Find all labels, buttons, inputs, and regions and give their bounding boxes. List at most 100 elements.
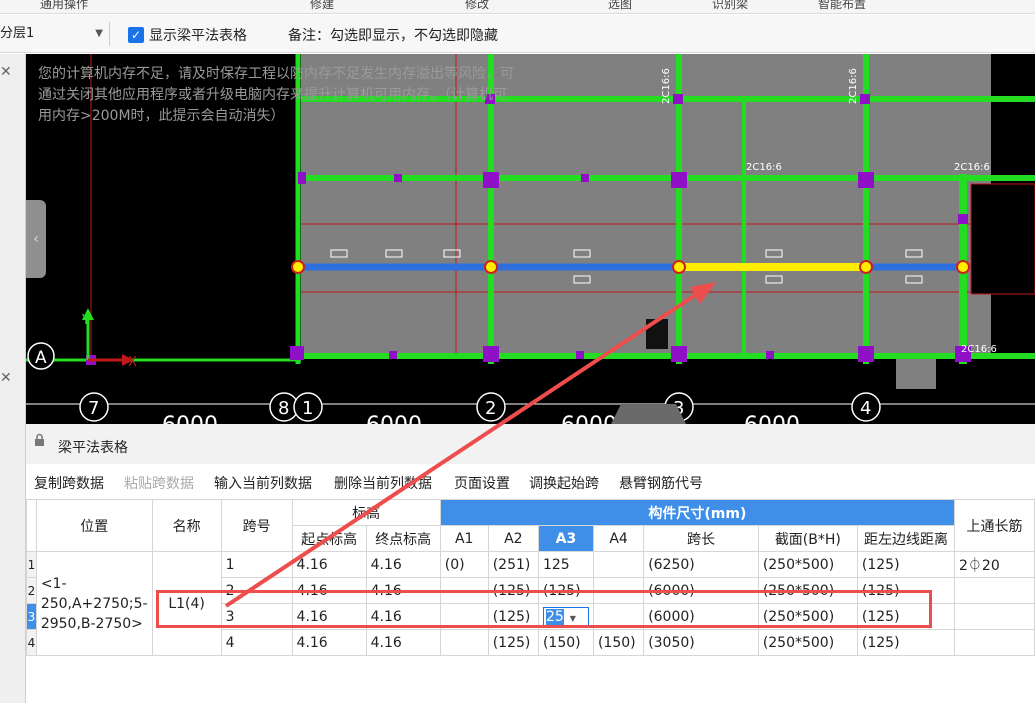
start-elev-cell[interactable]: 4.16 [291,551,367,578]
col-header-section[interactable]: 截面(B*H) [757,525,858,552]
col-header-start-elev[interactable]: 起点标高 [291,525,367,552]
top-rebar-cell[interactable] [954,629,1035,656]
a3-cell[interactable]: 125 [537,551,594,578]
lock-icon[interactable] [34,433,45,447]
drawing-canvas[interactable]: 7 8 1 2 3 4 A 6000 6000 6000 6000 2C16:6… [26,54,1035,424]
ribbon-item[interactable]: 识别梁 [712,0,748,12]
annotation-highlight-box [156,590,932,628]
beam-annotation: 2C16:6 [661,68,672,104]
ucs-y-label: Y [81,313,90,328]
row-number[interactable]: 3 [26,603,37,630]
ucs-x-label: X [128,355,137,370]
section-cell[interactable]: (250*500) [757,551,858,578]
span-cell[interactable]: 4 [220,629,293,656]
panel-toolbar: 复制跨数据 粘贴跨数据 输入当前列数据 删除当前列数据 页面设置 调换起始跨 悬… [26,468,1035,496]
ribbon-item[interactable]: 选图 [608,0,632,12]
col-header-a4[interactable]: A4 [592,525,645,552]
axis-label: 7 [88,398,99,419]
show-table-label[interactable]: 显示梁平法表格 [149,25,247,45]
layer-select[interactable]: 分层1 ▼ [0,22,110,46]
delete-column-data-button[interactable]: 删除当前列数据 [334,473,432,493]
left-dock-strip: ✕ ✕ [0,54,26,703]
beam-annotation: 2C16:6 [848,68,859,104]
end-elev-cell[interactable]: 4.16 [365,629,441,656]
table-row[interactable]: 1 <1-250,A+2750;5-2950,B-2750> L1(4) 1 4… [26,551,1035,656]
close-icon[interactable]: ✕ [0,370,12,386]
dimension-text: 6000 [162,413,218,424]
ribbon-item[interactable]: 修改 [465,0,489,12]
beam-table: 位置 名称 跨号 标高 构件尺寸(mm) 上通长筋 起点标高 终点标高 A1 A… [26,499,1035,656]
col-header-elevation[interactable]: 标高 [291,499,441,526]
ribbon-item[interactable]: 修建 [310,0,334,12]
col-header-member-size[interactable]: 构件尺寸(mm) [439,499,956,526]
row-number[interactable]: 4 [26,629,37,656]
dimension-text: 6000 [366,413,422,424]
paste-span-data-button[interactable]: 粘贴跨数据 [124,473,194,493]
chevron-left-icon[interactable]: ‹ [26,200,46,278]
col-header-span[interactable]: 跨号 [220,499,293,552]
top-rebar-cell[interactable]: 2⏀20 [954,551,1035,578]
col-header-edge-distance[interactable]: 距左边线距离 [856,525,956,552]
dimension-text: 6000 [561,413,617,424]
row-number[interactable]: 1 [26,551,37,578]
a4-cell[interactable]: (150) [592,629,645,656]
scroll-down-handle[interactable] [611,404,686,424]
span-cell[interactable]: 1 [220,551,293,578]
a2-cell[interactable]: (251) [487,551,539,578]
ribbon-item[interactable]: 通用操作 [40,0,88,12]
row-number[interactable]: 2 [26,577,37,604]
col-header-end-elev[interactable]: 终点标高 [365,525,441,552]
ribbon-item[interactable]: 智能布置 [818,0,866,12]
edge-distance-cell[interactable]: (125) [856,551,956,578]
a1-cell[interactable] [439,629,489,656]
span-length-cell[interactable]: (6250) [643,551,759,578]
page-setup-button[interactable]: 页面设置 [454,473,510,493]
a2-cell[interactable]: (125) [487,629,539,656]
close-icon[interactable]: ✕ [0,64,12,80]
beam-annotation: 2C16:6 [746,162,782,173]
end-elev-cell[interactable]: 4.16 [365,551,441,578]
a4-cell[interactable] [592,551,645,578]
copy-span-data-button[interactable]: 复制跨数据 [34,473,104,493]
start-elev-cell[interactable]: 4.16 [291,629,367,656]
beam-table-panel: 梁平法表格 复制跨数据 粘贴跨数据 输入当前列数据 删除当前列数据 页面设置 调… [26,424,1035,703]
col-header-position[interactable]: 位置 [35,499,153,552]
panel-header: 梁平法表格 [26,424,1035,464]
axis-label: 4 [860,398,871,419]
edge-distance-cell[interactable]: (125) [856,629,956,656]
position-cell[interactable]: <1-250,A+2750;5-2950,B-2750> [35,551,153,656]
a3-cell[interactable]: (150) [537,629,594,656]
top-rebar-cell[interactable] [954,603,1035,630]
a1-cell[interactable]: (0) [439,551,489,578]
input-column-data-button[interactable]: 输入当前列数据 [214,473,312,493]
row-header-corner [26,499,37,552]
toolbar: 分层1 ▼ ✓ 显示梁平法表格 备注：勾选即显示，不勾选即隐藏 [0,15,1035,53]
col-header-a3[interactable]: A3 [537,525,594,552]
beam-annotation: 2C16:6 [954,162,990,173]
swap-start-span-button[interactable]: 调换起始跨 [529,473,599,493]
span-length-cell[interactable]: (3050) [643,629,759,656]
panel-title: 梁平法表格 [58,440,128,456]
col-header-name[interactable]: 名称 [151,499,222,552]
layer-select-value: 分层1 [0,26,35,41]
cantilever-rebar-code-button[interactable]: 悬臂钢筋代号 [619,473,703,493]
axis-label: 8 [278,398,289,419]
col-header-a2[interactable]: A2 [487,525,539,552]
axis-label: 2 [485,398,496,419]
col-header-a1[interactable]: A1 [439,525,489,552]
section-cell[interactable]: (250*500) [757,629,858,656]
remark-text: 备注：勾选即显示，不勾选即隐藏 [288,28,498,44]
show-table-checkbox[interactable]: ✓ [128,27,144,43]
axis-label: 1 [302,398,313,419]
col-header-span-length[interactable]: 跨长 [643,525,759,552]
ribbon: 通用操作 修建 修改 选图 识别梁 智能布置 [0,0,1035,14]
chevron-down-icon: ▼ [95,28,103,39]
dimension-text: 6000 [744,413,800,424]
row-label: A [35,348,47,368]
beam-annotation: 2C16:6 [961,344,997,355]
top-rebar-cell[interactable] [954,577,1035,604]
slab-region [896,359,936,389]
memory-warning: 您的计算机内存不足，请及时保存工程以防内存不足发生内存溢出等风险，可通过关闭其他… [38,66,514,124]
ref-box [970,183,1035,295]
col-header-top-rebar[interactable]: 上通长筋 [954,499,1035,552]
